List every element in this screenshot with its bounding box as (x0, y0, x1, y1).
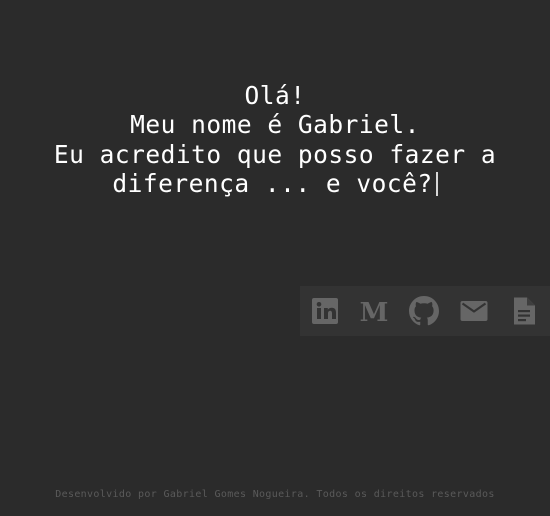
email-link[interactable] (459, 296, 489, 326)
resume-link[interactable] (509, 296, 539, 326)
social-links-bar: M (300, 286, 550, 336)
github-icon (409, 296, 439, 326)
belief-line: Eu acredito que posso fazer a (53, 139, 497, 169)
name-line: Meu nome é Gabriel. (130, 110, 420, 140)
greeting-line: Olá! (244, 81, 306, 110)
question-text: diferença ... e você? (112, 168, 433, 198)
github-link[interactable] (409, 296, 439, 326)
document-icon (514, 297, 535, 325)
page: Olá! Meu nome é Gabriel. Eu acredito que… (0, 0, 550, 516)
typing-cursor (435, 171, 438, 196)
linkedin-link[interactable] (310, 296, 340, 326)
footer-copyright: Desenvolvido por Gabriel Gomes Nogueira.… (55, 489, 495, 500)
medium-icon: M (360, 298, 389, 326)
mail-icon (460, 301, 488, 321)
intro-text: Olá! Meu nome é Gabriel. Eu acredito que… (0, 81, 550, 198)
svg-text:M: M (360, 298, 389, 326)
medium-link[interactable]: M (359, 296, 389, 326)
linkedin-icon (312, 298, 338, 324)
question-line: diferença ... e você? (0, 169, 550, 198)
